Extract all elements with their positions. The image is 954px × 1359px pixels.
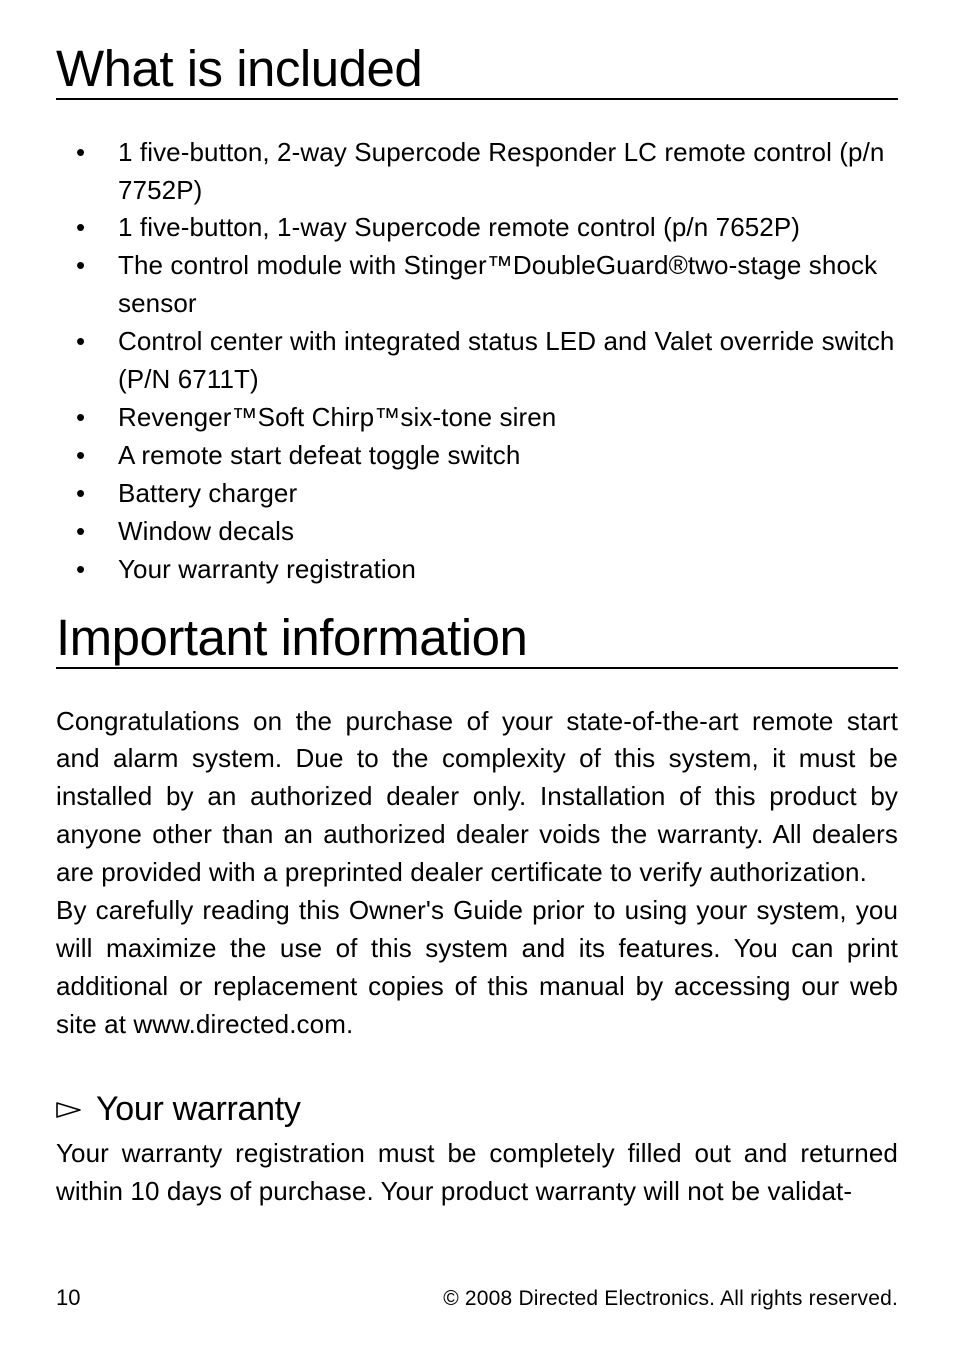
- subheading-label: Your warranty: [96, 1090, 301, 1129]
- page-footer: 10 © 2008 Directed Electronics. All righ…: [56, 1285, 898, 1311]
- heading-what-is-included: What is included: [56, 42, 898, 100]
- page-number: 10: [56, 1285, 80, 1311]
- subheading-your-warranty: Your warranty: [56, 1090, 898, 1129]
- list-item: Revenger™Soft Chirp™six-tone siren: [56, 399, 898, 437]
- list-item: Control center with integrated status LE…: [56, 323, 898, 399]
- list-item: Your warranty registration: [56, 551, 898, 589]
- arrow-right-icon: [56, 1100, 86, 1120]
- copyright-text: © 2008 Directed Electronics. All rights …: [443, 1287, 898, 1311]
- list-item: Battery charger: [56, 475, 898, 513]
- included-list: 1 five-button, 2-way Supercode Responder…: [56, 134, 898, 589]
- heading-important-information: Important information: [56, 611, 898, 669]
- list-item: A remote start defeat toggle switch: [56, 437, 898, 475]
- list-item: The control module with Stinger™DoubleGu…: [56, 247, 898, 323]
- important-paragraph-1: Congratulations on the purchase of your …: [56, 703, 898, 893]
- warranty-paragraph: Your warranty registration must be compl…: [56, 1135, 898, 1211]
- list-item: Window decals: [56, 513, 898, 551]
- list-item: 1 five-button, 1-way Supercode remote co…: [56, 209, 898, 247]
- important-paragraph-2: By carefully reading this Owner's Guide …: [56, 892, 898, 1044]
- list-item: 1 five-button, 2-way Supercode Responder…: [56, 134, 898, 210]
